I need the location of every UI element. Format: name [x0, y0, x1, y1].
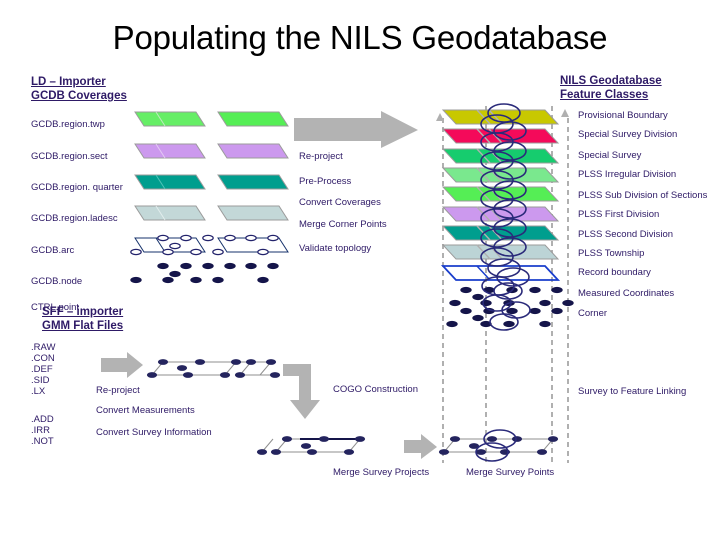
cogo-elbow-arrow-down [283, 364, 320, 419]
merge-arrow-right [404, 434, 437, 459]
coverage-shape-point [130, 262, 279, 284]
slide-canvas: Populating the NILS Geodatabase LD – Imp… [0, 0, 720, 540]
layer-corner [446, 307, 563, 328]
nils-geodatabase-stack [436, 103, 574, 463]
process-arrow-right [294, 111, 418, 148]
gcdb-coverage-shapes [130, 111, 289, 284]
coverage-shape-twp [134, 111, 289, 127]
diagram-artwork [101, 103, 574, 463]
merge-survey-projects-network [256, 436, 366, 455]
coverage-shape-ladesc [134, 205, 289, 221]
coverage-shape-quarter [134, 174, 289, 190]
merge-survey-points-network [438, 429, 559, 462]
coverage-shape-sect [134, 143, 289, 159]
sff-process-arrow-right [101, 352, 143, 378]
